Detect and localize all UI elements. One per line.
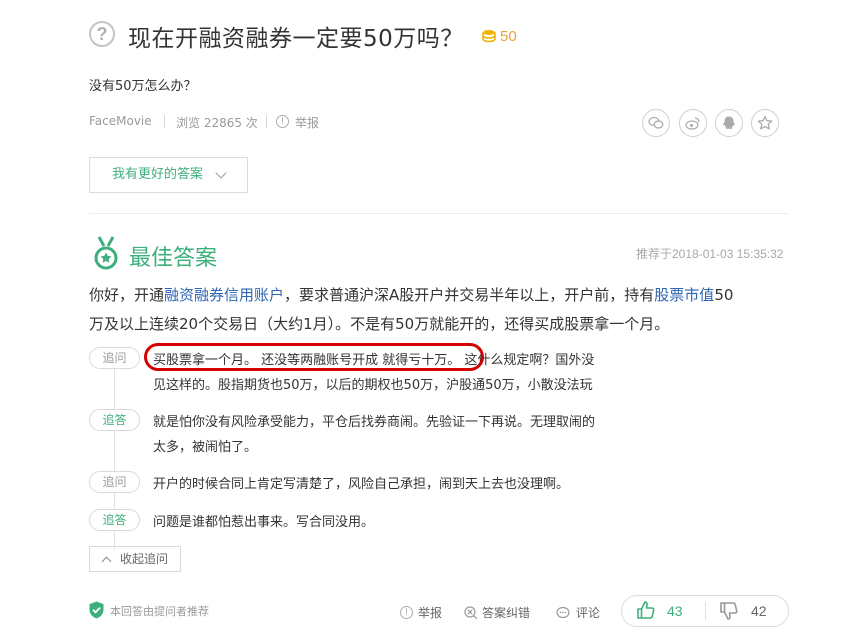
meta-divider [164, 115, 165, 128]
question-mark-icon: ? [89, 21, 115, 47]
comment-link[interactable]: 评论 [576, 604, 600, 621]
chevron-up-icon [101, 556, 112, 567]
thread-text: 开户的时候合同上肯定写清楚了，风险自己承担，闹到天上去也没理啊。 [153, 477, 570, 492]
question-report-link[interactable]: 举报 [295, 114, 319, 131]
answer-text: 50 [714, 286, 734, 304]
best-answer-title: 最佳答案 [129, 246, 218, 271]
follow-up-question-tag: 追问 [89, 347, 140, 369]
report-icon[interactable]: ! [400, 606, 413, 619]
correction-icon[interactable] [464, 606, 478, 620]
section-divider [89, 213, 789, 214]
collapse-label: 收起追问 [120, 552, 169, 566]
answer-line-1: 你好，开通融资融券信用账户，要求普通沪深A股开户并交易半年以上，开户前，持有股票… [89, 284, 733, 305]
reward-coin-value: 50 [500, 28, 517, 45]
thread-text: 问题是谁都怕惹出事来。写合同没用。 [153, 515, 375, 530]
favorite-button[interactable] [751, 109, 779, 137]
answer-correction-link[interactable]: 答案纠错 [482, 604, 530, 621]
chevron-down-icon [215, 167, 227, 179]
answer-text: ，要求普通沪深A股开户并交易半年以上，开户前，持有 [284, 286, 655, 304]
better-answer-label: 我有更好的答案 [112, 167, 204, 182]
shield-check-icon [89, 601, 104, 619]
favorite-star-icon [757, 115, 773, 130]
question-author[interactable]: FaceMovie [89, 114, 152, 128]
report-icon[interactable]: ! [276, 115, 289, 128]
link-margin-credit-account[interactable]: 融资融券信用账户 [164, 286, 284, 304]
recommended-by-asker-note: 本回答由提问者推荐 [110, 605, 209, 618]
thread-text: 见这样的。股指期货也50万，以后的期权也50万，沪股通50万，小散没法玩 [153, 378, 593, 393]
vote-divider [705, 602, 706, 620]
follow-up-answer-tag: 追答 [89, 409, 140, 431]
meta-divider [266, 115, 267, 128]
question-description: 没有50万怎么办？ [89, 79, 197, 94]
dislike-count: 42 [751, 603, 767, 619]
collapse-follow-ups-button[interactable]: 收起追问 [89, 546, 181, 572]
answer-report-link[interactable]: 举报 [418, 604, 442, 621]
follow-up-answer-tag: 追答 [89, 509, 140, 531]
view-count: 浏览 22865 次 [176, 116, 258, 130]
thread-text: 太多，被闹怕了。 [153, 440, 258, 455]
coin-icon [482, 30, 496, 43]
answer-line-2: 万及以上连续20个交易日（大约1月）。不是有50万就能开的，还得买成股票拿一个月… [89, 315, 670, 333]
like-count: 43 [667, 603, 683, 619]
recommended-time: 推荐于2018-01-03 15:35:32 [636, 247, 784, 261]
best-answer-medal-icon [94, 236, 118, 270]
comment-icon[interactable] [556, 606, 570, 620]
question-title: 现在开融资融券一定要50万吗？ [128, 26, 464, 52]
better-answer-button[interactable]: 我有更好的答案 [89, 157, 248, 193]
qq-icon [723, 116, 735, 129]
weibo-share-button[interactable] [679, 109, 707, 137]
thread-text: 就是怕你没有风险承受能力，平仓后找券商闹。先验证一下再说。无理取闹的 [153, 415, 596, 430]
wechat-icon [648, 116, 664, 129]
thumbs-down-icon[interactable] [719, 601, 739, 621]
answer-text: 你好，开通 [89, 286, 165, 304]
wechat-share-button[interactable] [642, 109, 670, 137]
link-stock-market-value[interactable]: 股票市值 [654, 286, 714, 304]
follow-up-question-tag: 追问 [89, 471, 140, 493]
red-annotation-circle [144, 343, 484, 371]
thumbs-up-icon[interactable] [636, 600, 656, 620]
qq-share-button[interactable] [715, 109, 743, 137]
weibo-icon [685, 117, 700, 130]
